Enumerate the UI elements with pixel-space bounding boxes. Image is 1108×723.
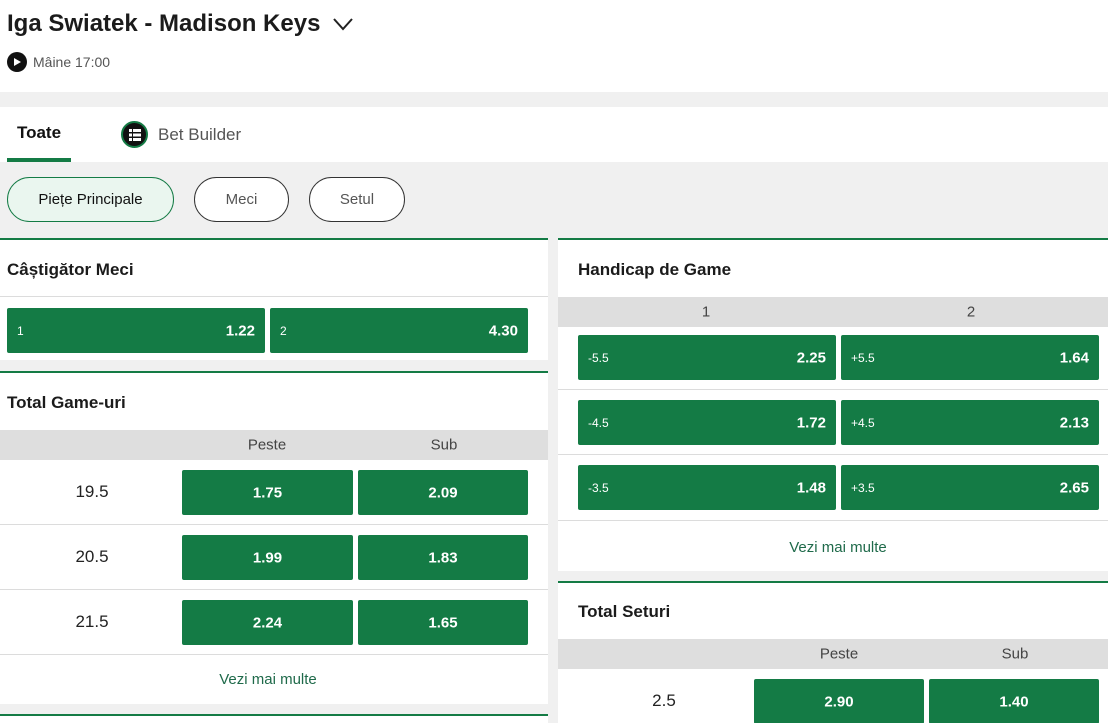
column-header: Peste Sub	[0, 430, 548, 460]
chevron-down-icon[interactable]	[332, 17, 354, 31]
odd-value: 2.09	[428, 484, 458, 501]
market-total-sets: Total Seturi Peste Sub 2.5 2.90 1.40	[558, 581, 1108, 723]
odd-label: -5.5	[588, 350, 609, 365]
tab-all-label: Toate	[16, 122, 62, 142]
odd-button[interactable]: 1.83	[358, 535, 528, 580]
odd-value: 2.25	[796, 349, 826, 366]
line-value: 2.5	[652, 691, 676, 710]
odd-button[interactable]: +3.5 2.65	[841, 465, 1099, 510]
odd-label: -3.5	[588, 480, 609, 495]
market-game-handicap: Handicap de Game 1 2 -5.5 2.25 +5.5 1.64…	[558, 238, 1108, 571]
odd-button[interactable]: 1.99	[182, 535, 353, 580]
odd-value: 2.13	[1059, 414, 1089, 431]
column-under: Sub	[430, 436, 458, 454]
market-match-winner: Câștigător Meci 1 1.22 2 4.30	[0, 238, 548, 360]
odd-value: 1.83	[428, 549, 458, 566]
column-header: 1 2	[558, 297, 1108, 327]
odd-value: 4.30	[488, 322, 518, 339]
odd-value: 1.75	[252, 484, 283, 501]
odd-value: 1.72	[796, 414, 826, 431]
filter-set[interactable]: Setul	[309, 177, 405, 222]
filter-label: Meci	[225, 191, 258, 208]
market-title: Total Game-uri	[7, 393, 126, 412]
odd-value: 2.65	[1059, 479, 1089, 496]
odd-value: 1.22	[225, 322, 255, 339]
divider	[0, 589, 548, 590]
column-over: Peste	[819, 645, 859, 663]
odd-label: -4.5	[588, 415, 609, 430]
column-player-1: 1	[701, 303, 711, 321]
odd-button[interactable]: -4.5 1.72	[578, 400, 836, 445]
odd-value: 1.65	[428, 614, 458, 631]
odd-button[interactable]: 1.75	[182, 470, 353, 515]
bet-builder-icon	[121, 121, 148, 148]
odd-value: 1.64	[1059, 349, 1089, 366]
column-over: Peste	[247, 436, 287, 454]
tab-bet-builder-label: Bet Builder	[158, 124, 242, 144]
odd-label: 1	[17, 323, 24, 338]
event-header: Iga Swiatek - Madison Keys Mâine 17:00	[0, 0, 1108, 92]
odd-button[interactable]: +4.5 2.13	[841, 400, 1099, 445]
filter-label: Setul	[339, 191, 375, 208]
market-title: Total Seturi	[578, 602, 671, 621]
see-more-link[interactable]: Vezi mai multe	[219, 671, 317, 688]
divider	[0, 524, 548, 525]
line-value: 19.5	[75, 482, 109, 501]
odd-label: +4.5	[851, 415, 875, 430]
odd-button[interactable]: -3.5 1.48	[578, 465, 836, 510]
divider	[558, 454, 1108, 455]
odd-button[interactable]: -5.5 2.25	[578, 335, 836, 380]
odd-label: +5.5	[851, 350, 875, 365]
market-total-games: Total Game-uri Peste Sub 19.5 1.75 2.09 …	[0, 371, 548, 704]
divider	[558, 389, 1108, 390]
line-value: 21.5	[75, 612, 109, 631]
event-time: Mâine 17:00	[7, 52, 110, 72]
odd-button[interactable]: 1.65	[358, 600, 528, 645]
column-header: Peste Sub	[558, 639, 1108, 669]
odd-button[interactable]: 1.40	[929, 679, 1099, 723]
odd-value: 1.48	[796, 479, 826, 496]
odd-value: 2.90	[824, 693, 854, 710]
odd-label: +3.5	[851, 480, 875, 495]
event-title-text: Iga Swiatek - Madison Keys	[7, 10, 321, 37]
column-player-2: 2	[966, 303, 976, 321]
odd-value: 2.24	[252, 614, 283, 631]
tab-bet-builder[interactable]: Bet Builder	[121, 107, 241, 162]
odd-value: 1.99	[252, 549, 283, 566]
divider	[0, 296, 548, 297]
tab-all[interactable]: Toate	[7, 107, 71, 162]
odd-button[interactable]: 2.90	[754, 679, 924, 723]
event-time-text: Mâine 17:00	[33, 54, 111, 70]
play-icon	[7, 52, 27, 72]
filter-main-markets[interactable]: Piețe Principale	[7, 177, 174, 222]
divider	[558, 520, 1108, 521]
odd-button[interactable]: 2.24	[182, 600, 353, 645]
column-under: Sub	[1001, 645, 1029, 663]
line-value: 20.5	[75, 547, 109, 566]
market-title: Câștigător Meci	[7, 260, 134, 279]
odd-button[interactable]: 2 4.30	[270, 308, 528, 353]
filter-match[interactable]: Meci	[194, 177, 289, 222]
odd-button[interactable]: 1 1.22	[7, 308, 265, 353]
odd-button[interactable]: +5.5 1.64	[841, 335, 1099, 380]
odd-value: 1.40	[999, 693, 1029, 710]
market-next-card	[0, 714, 548, 723]
odd-button[interactable]: 2.09	[358, 470, 528, 515]
divider	[0, 654, 548, 655]
filter-label: Piețe Principale	[38, 191, 143, 208]
event-title[interactable]: Iga Swiatek - Madison Keys	[7, 10, 354, 38]
odd-label: 2	[280, 323, 287, 338]
market-title: Handicap de Game	[578, 260, 732, 279]
market-tabs: Toate Bet Builder	[0, 107, 1108, 162]
see-more-link[interactable]: Vezi mai multe	[789, 539, 887, 556]
